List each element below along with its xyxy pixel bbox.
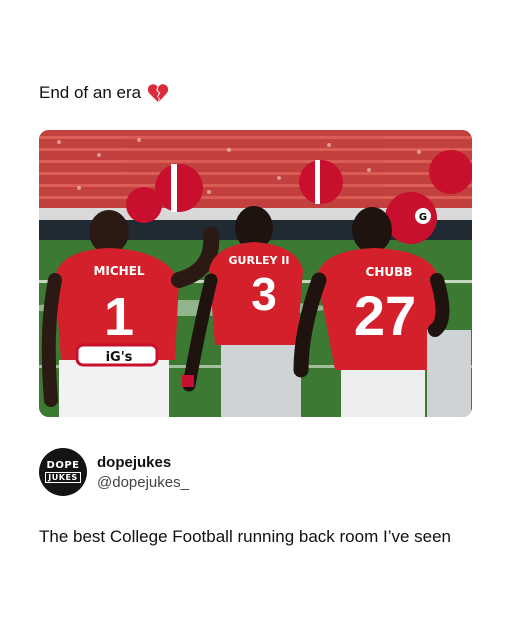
author-handle[interactable]: @dopejukes_ bbox=[97, 474, 189, 491]
post-text-label: End of an era bbox=[39, 83, 142, 102]
svg-text:G: G bbox=[419, 212, 427, 223]
post-caption: The best College Football running back r… bbox=[39, 527, 452, 546]
avatar-line-2: JUKES bbox=[45, 472, 81, 483]
football-players-photo: G MICHEL 1 iG's GURLEY II 3 CHUBB 27 bbox=[39, 130, 472, 417]
player-michel-number: 1 bbox=[104, 287, 134, 347]
player-chubb-name: CHUBB bbox=[366, 265, 413, 279]
broken-heart-icon bbox=[147, 84, 169, 103]
belt-logo: iG's bbox=[106, 350, 133, 365]
player-chubb-number: 27 bbox=[354, 284, 416, 347]
author-names: dopejukes @dopejukes_ bbox=[97, 454, 189, 491]
player-gurley-name: GURLEY II bbox=[229, 254, 290, 267]
post-text: End of an era bbox=[39, 82, 169, 104]
avatar-line-1: DOPE bbox=[46, 460, 80, 471]
author-display-name[interactable]: dopejukes bbox=[97, 454, 189, 471]
avatar[interactable]: DOPE JUKES bbox=[39, 448, 87, 496]
player-gurley-number: 3 bbox=[251, 268, 277, 320]
player-michel-name: MICHEL bbox=[93, 264, 144, 278]
author-block[interactable]: DOPE JUKES dopejukes @dopejukes_ bbox=[39, 448, 189, 496]
post-photo[interactable]: G MICHEL 1 iG's GURLEY II 3 CHUBB 27 bbox=[39, 130, 472, 417]
